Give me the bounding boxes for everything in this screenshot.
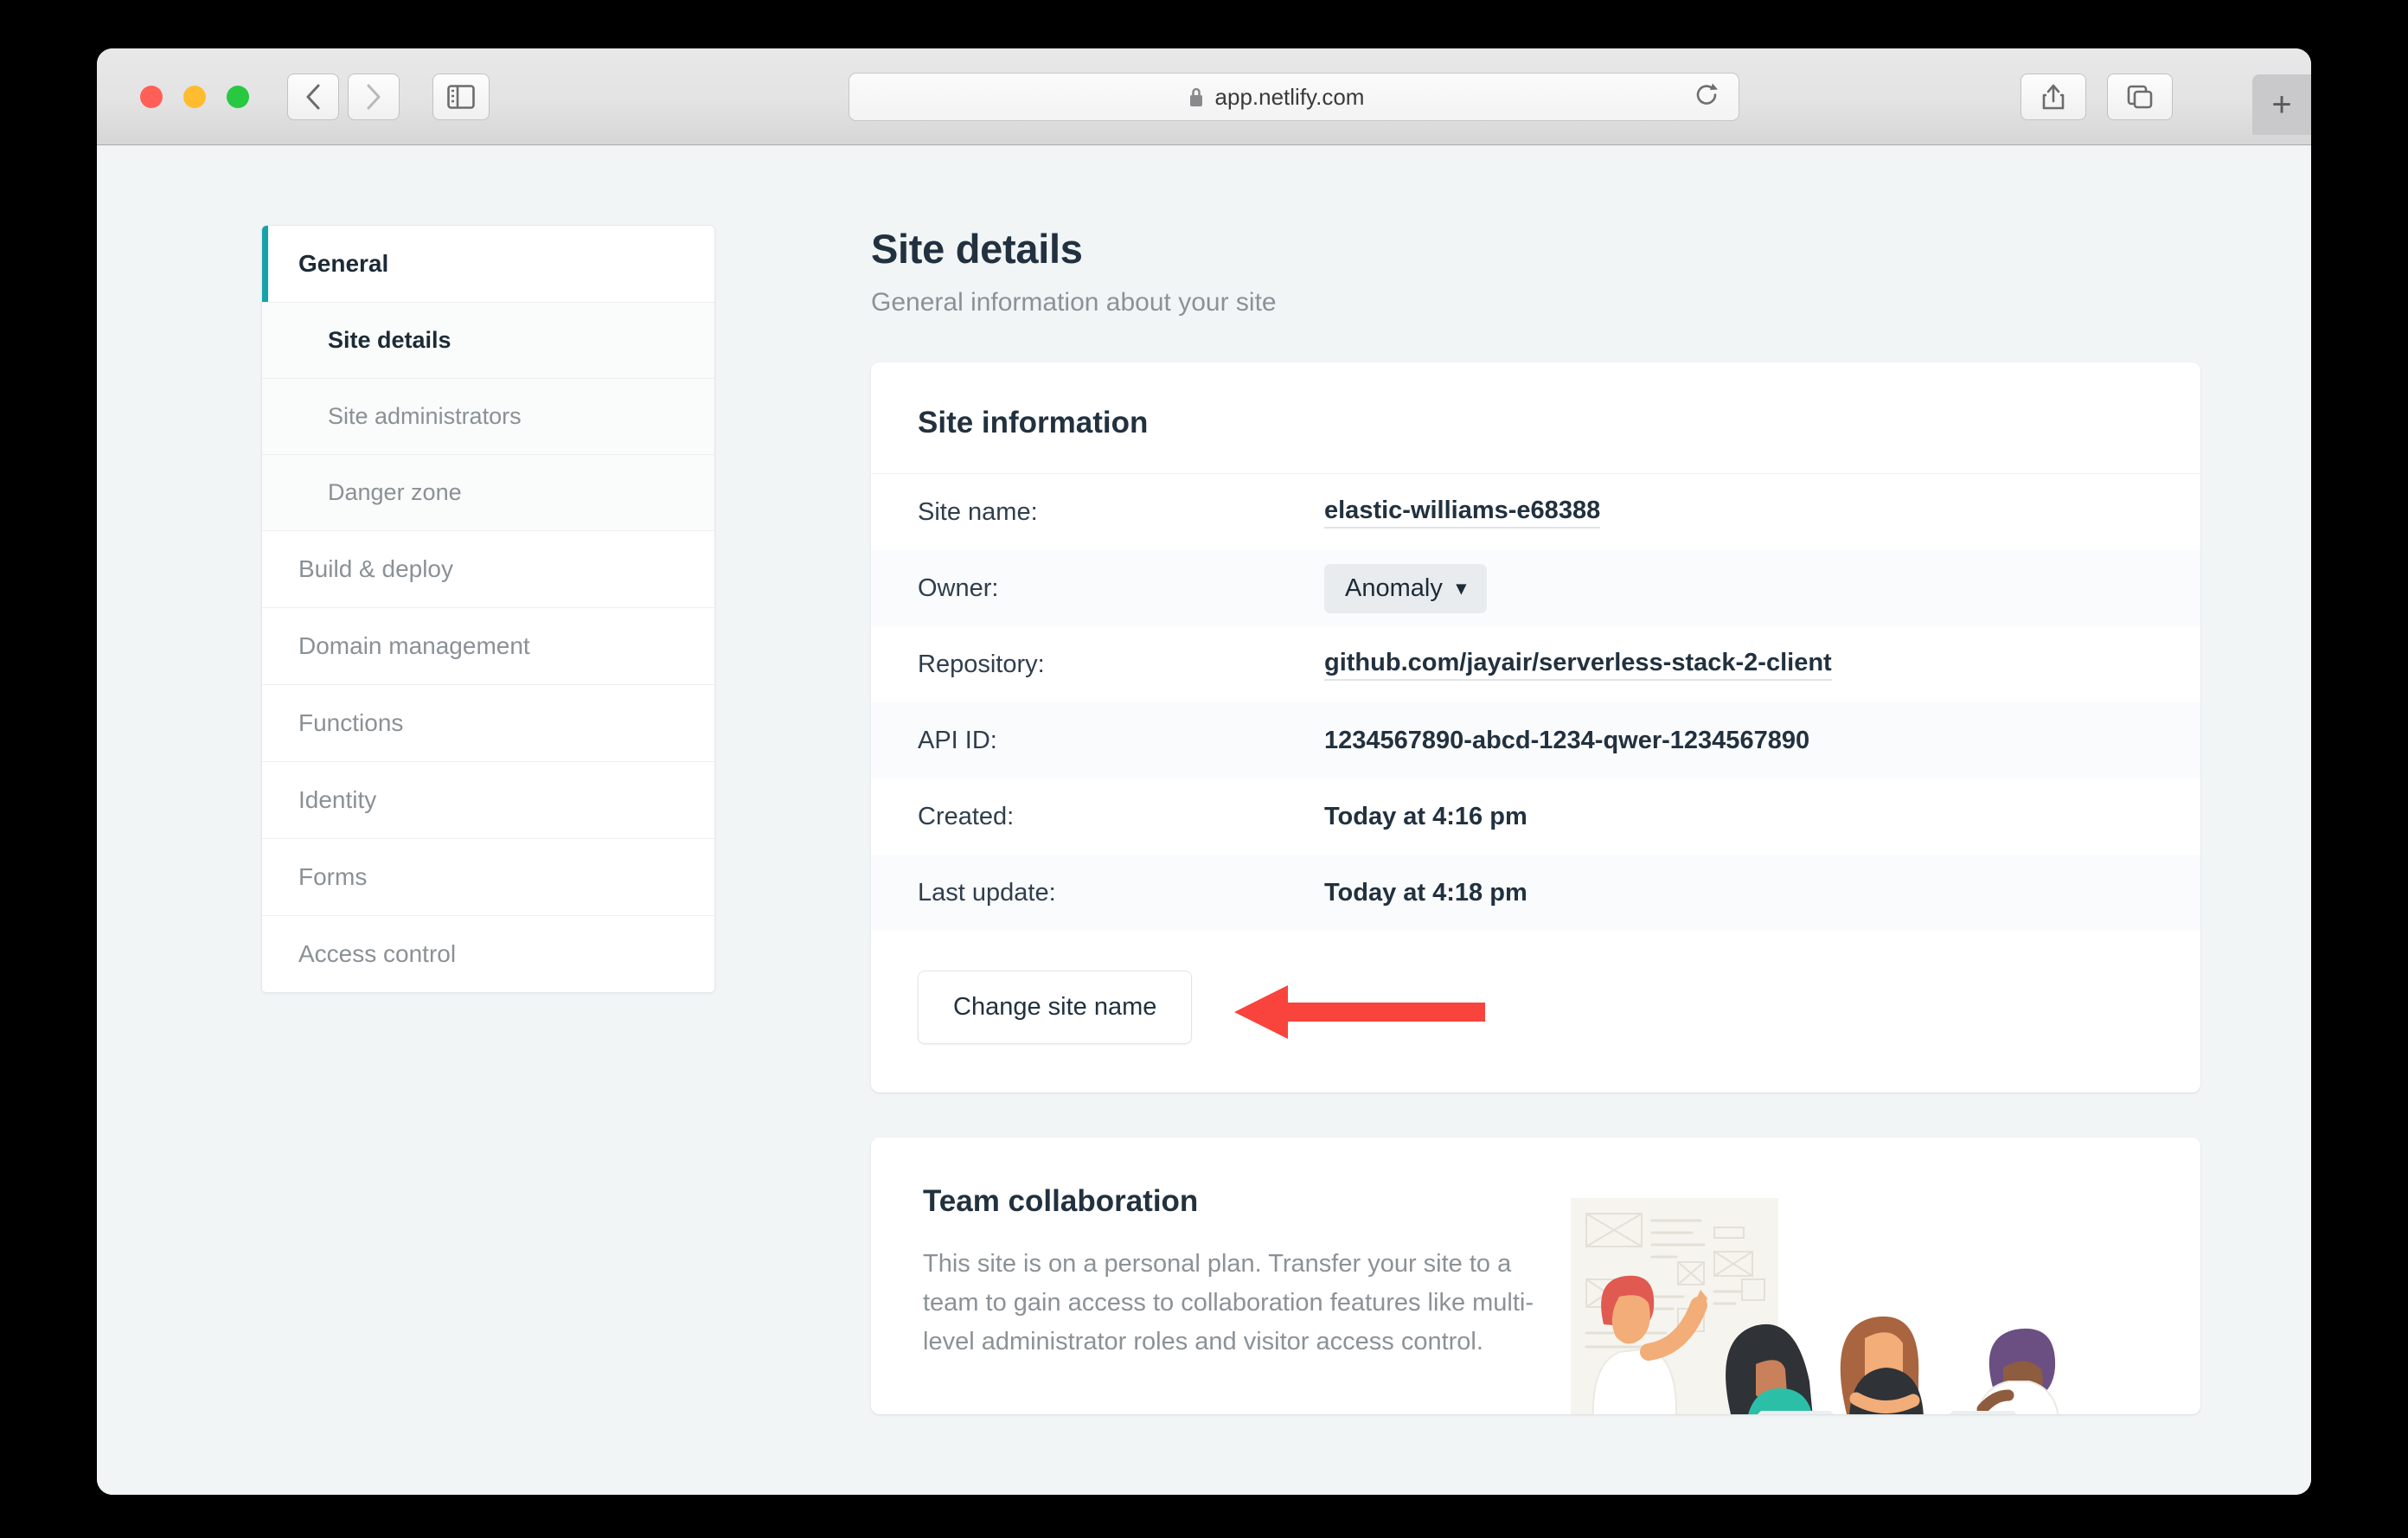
team-illustration-icon	[1562, 1195, 2168, 1414]
team-collaboration-card: Team collaboration This site is on a per…	[871, 1137, 2200, 1414]
table-row: API ID: 1234567890-abcd-1234-qwer-123456…	[871, 702, 2200, 779]
forward-button[interactable]	[348, 74, 400, 120]
owner-dropdown[interactable]: Anomaly ▾	[1324, 564, 1487, 613]
table-row: Last update: Today at 4:18 pm	[871, 855, 2200, 931]
api-id-label: API ID:	[918, 727, 1324, 755]
annotation-arrow-icon	[1234, 982, 1485, 1042]
browser-window: app.netlify.com	[97, 48, 2311, 1495]
sidebar-toggle-button[interactable]	[432, 74, 490, 120]
site-information-title: Site information	[871, 362, 2200, 473]
created-label: Created:	[918, 803, 1324, 831]
sidebar-item-functions[interactable]: Functions	[262, 685, 714, 762]
window-traffic-lights	[140, 86, 249, 108]
table-row: Created: Today at 4:16 pm	[871, 779, 2200, 855]
sidebar-item-domain-management[interactable]: Domain management	[262, 608, 714, 685]
address-bar[interactable]: app.netlify.com	[849, 73, 1739, 121]
new-tab-label: +	[2271, 87, 2291, 122]
site-information-card: Site information Site name: elastic-will…	[871, 362, 2200, 1093]
team-collaboration-text: Team collaboration This site is on a per…	[871, 1137, 1562, 1414]
owner-value: Anomaly ▾	[1324, 564, 1487, 613]
navigation-buttons	[287, 74, 490, 120]
zoom-window-button[interactable]	[227, 86, 249, 108]
main-content: Site details General information about y…	[871, 225, 2311, 1495]
last-update-label: Last update:	[918, 879, 1324, 907]
toolbar-right-actions	[2021, 74, 2173, 120]
team-collaboration-title: Team collaboration	[923, 1184, 1562, 1219]
team-collaboration-body: This site is on a personal plan. Transfe…	[923, 1245, 1562, 1362]
created-value: Today at 4:16 pm	[1324, 803, 1527, 831]
site-information-table: Site name: elastic-williams-e68388 Owner…	[871, 473, 2200, 931]
close-window-button[interactable]	[140, 86, 163, 108]
reload-icon	[1694, 82, 1720, 108]
page-subtitle: General information about your site	[871, 288, 2200, 317]
settings-sidebar: General Site details Site administrators…	[261, 225, 715, 993]
sidebar-item-site-administrators[interactable]: Site administrators	[262, 379, 714, 455]
sidebar-item-build-deploy[interactable]: Build & deploy	[262, 531, 714, 608]
repository-value[interactable]: github.com/jayair/serverless-stack-2-cli…	[1324, 649, 1832, 681]
chevron-down-icon: ▾	[1457, 577, 1466, 599]
owner-label: Owner:	[918, 574, 1324, 603]
sidebar-item-forms[interactable]: Forms	[262, 839, 714, 916]
team-collaboration-illustration	[1562, 1137, 2200, 1414]
site-information-actions: Change site name	[871, 931, 2200, 1093]
chevron-left-icon	[304, 83, 322, 111]
tab-overview-icon	[2126, 84, 2154, 110]
sidebar-item-site-details[interactable]: Site details	[262, 303, 714, 379]
browser-toolbar: app.netlify.com	[97, 48, 2311, 145]
change-site-name-button[interactable]: Change site name	[918, 971, 1192, 1044]
share-icon	[2041, 83, 2065, 111]
page-title: Site details	[871, 225, 2200, 272]
new-tab-button[interactable]: +	[2252, 74, 2311, 135]
sidebar-icon	[447, 85, 475, 109]
url-text: app.netlify.com	[1215, 84, 1365, 111]
tab-overview-button[interactable]	[2107, 74, 2173, 120]
site-name-label: Site name:	[918, 498, 1324, 527]
back-button[interactable]	[287, 74, 339, 120]
table-row: Site name: elastic-williams-e68388	[871, 474, 2200, 550]
table-row: Owner: Anomaly ▾	[871, 550, 2200, 626]
repository-label: Repository:	[918, 650, 1324, 679]
sidebar-item-general[interactable]: General	[262, 226, 714, 303]
api-id-value: 1234567890-abcd-1234-qwer-1234567890	[1324, 727, 1809, 755]
reload-button[interactable]	[1694, 82, 1720, 112]
last-update-value: Today at 4:18 pm	[1324, 879, 1527, 907]
table-row: Repository: github.com/jayair/serverless…	[871, 626, 2200, 702]
chevron-right-icon	[365, 83, 382, 111]
sidebar-item-danger-zone[interactable]: Danger zone	[262, 455, 714, 531]
site-name-value[interactable]: elastic-williams-e68388	[1324, 497, 1600, 529]
sidebar-item-access-control[interactable]: Access control	[262, 916, 714, 992]
lock-icon	[1188, 86, 1205, 108]
page-content: General Site details Site administrators…	[97, 145, 2311, 1495]
owner-dropdown-label: Anomaly	[1345, 574, 1443, 603]
sidebar-item-identity[interactable]: Identity	[262, 762, 714, 839]
minimize-window-button[interactable]	[183, 86, 206, 108]
share-button[interactable]	[2021, 74, 2086, 120]
url-display: app.netlify.com	[1188, 84, 1365, 111]
